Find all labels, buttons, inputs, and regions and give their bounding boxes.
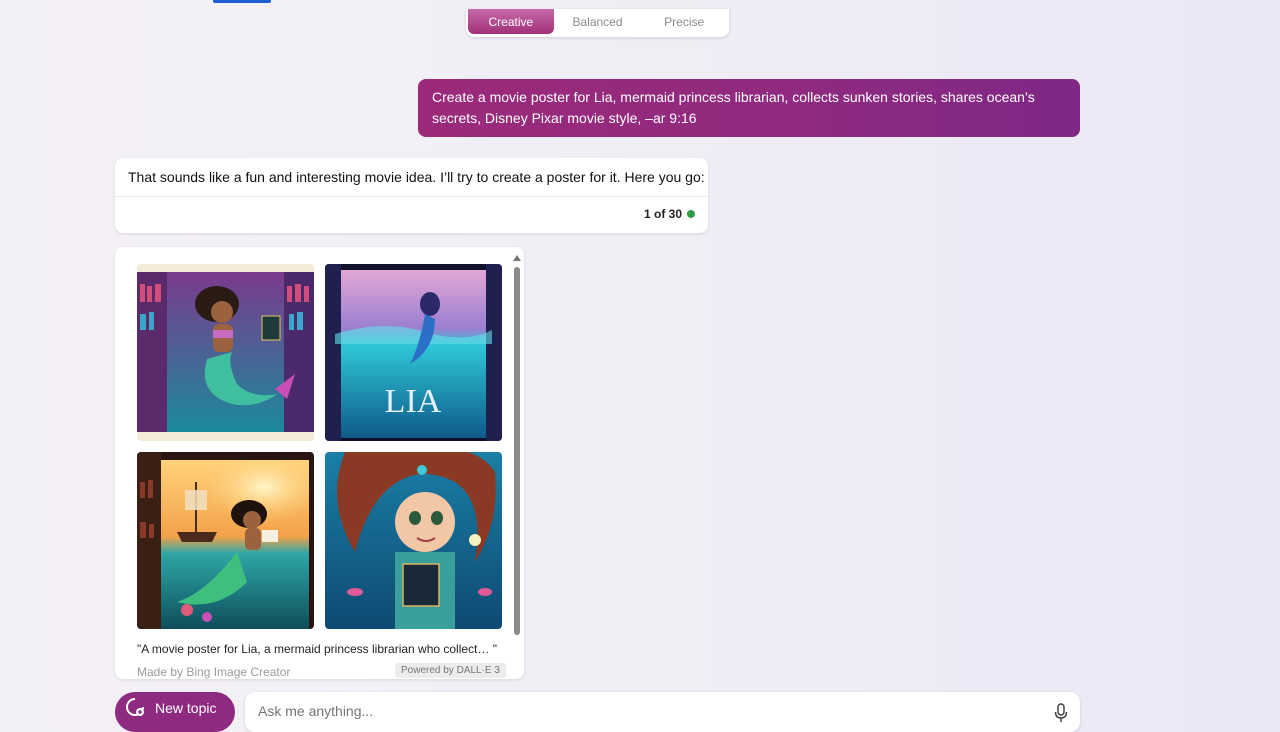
new-topic-label: New topic — [155, 700, 217, 716]
image-card-scrollbar[interactable] — [512, 255, 522, 675]
tone-precise-button[interactable]: Precise — [641, 9, 727, 34]
ask-input[interactable] — [258, 703, 1018, 719]
turn-counter-label: 1 of 30 — [643, 207, 682, 221]
turn-counter: 1 of 30 — [644, 207, 695, 221]
mermaid-shipwreck-image[interactable] — [137, 452, 314, 629]
status-dot-icon — [687, 210, 695, 218]
new-topic-button[interactable]: New topic — [115, 692, 235, 732]
new-topic-icon — [126, 698, 144, 716]
mermaid-library-image[interactable] — [137, 264, 314, 441]
conversation-style-switch: Creative Balanced Precise — [466, 9, 729, 37]
bot-message-text: That sounds like a fun and interesting m… — [128, 169, 705, 185]
chat-composer — [245, 692, 1080, 732]
image-caption: "A movie poster for Lia, a mermaid princ… — [137, 642, 497, 656]
powered-by-badge: Powered by DALL·E 3 — [395, 663, 506, 678]
tone-creative-button[interactable]: Creative — [468, 9, 554, 34]
active-tab-indicator — [213, 0, 271, 3]
scroll-up-arrow-icon[interactable] — [513, 255, 521, 261]
bot-message-card: That sounds like a fun and interesting m… — [115, 158, 708, 233]
scroll-thumb[interactable] — [514, 267, 520, 635]
poster-title-text: LIA — [385, 383, 442, 420]
divider — [115, 196, 708, 197]
mermaid-poster-lia-image[interactable]: LIA — [325, 264, 502, 441]
user-message: Create a movie poster for Lia, mermaid p… — [418, 79, 1080, 137]
made-by-label[interactable]: Made by Bing Image Creator — [137, 665, 290, 679]
tone-balanced-button[interactable]: Balanced — [554, 9, 642, 34]
mermaid-with-book-image[interactable] — [325, 452, 502, 629]
microphone-icon[interactable] — [1054, 703, 1068, 723]
image-result-card: LIA "A movie poster for Lia, a mermaid p… — [115, 247, 524, 679]
